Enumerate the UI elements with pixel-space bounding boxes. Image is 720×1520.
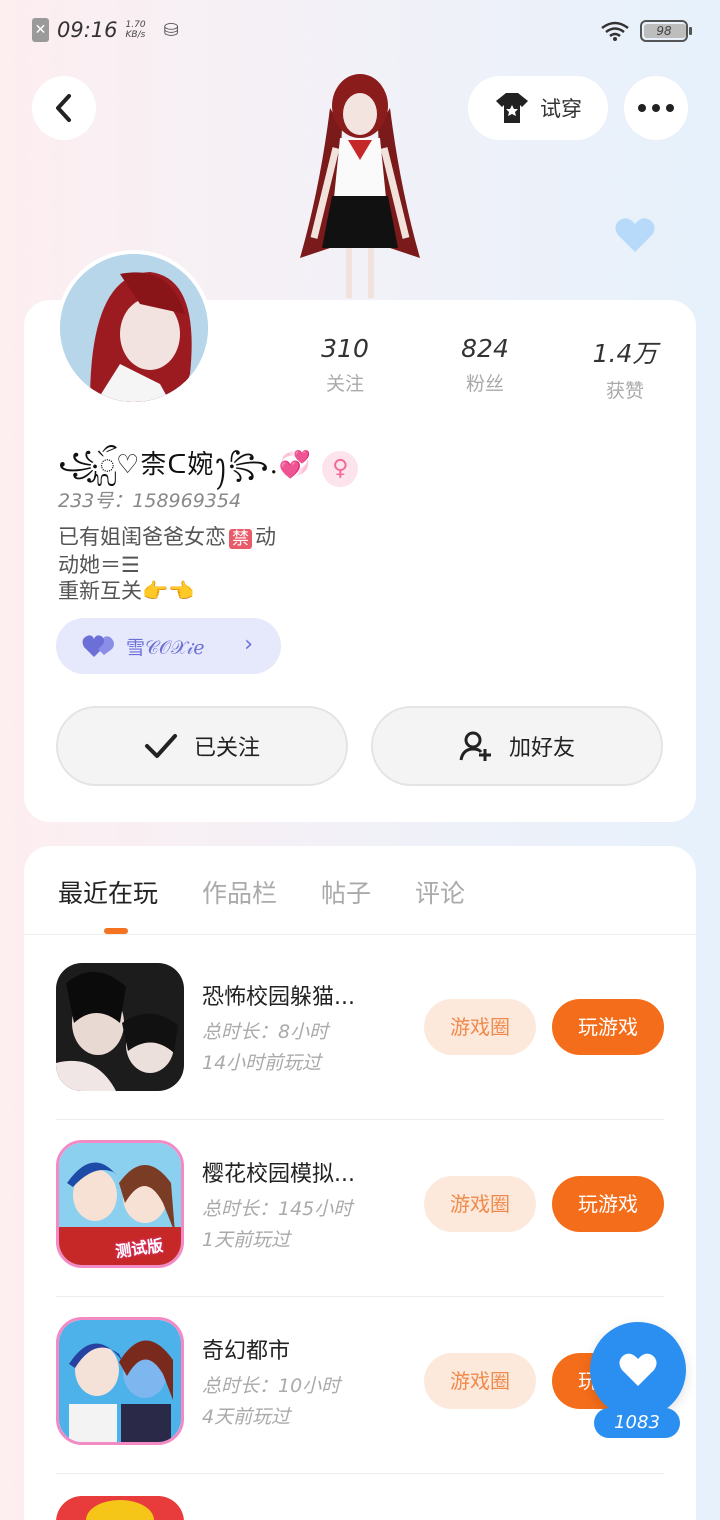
cp-label: 雪𝒞𝒪𝒳𝒾ℯ <box>126 636 205 659</box>
game-title: 恐怖校园躲猫... <box>202 985 355 1010</box>
sim-icon: ✕ <box>32 18 49 42</box>
double-heart-icon <box>82 635 114 657</box>
game-row[interactable]: 奇幻都市 总时长：10小时 4天前玩过 游戏圈 玩游戏 <box>56 1297 664 1474</box>
play-game-button[interactable]: 玩游戏 <box>552 999 664 1055</box>
add-friend-button[interactable]: 加好友 <box>371 706 663 786</box>
game-last-played: 14小时前玩过 <box>202 1052 322 1074</box>
followed-button[interactable]: 已关注 <box>56 706 348 786</box>
game-row[interactable]: 测试版 樱花校园模拟... 总时长：145小时 1天前玩过 游戏圈 玩游戏 <box>56 1120 664 1297</box>
game-duration: 总时长：8小时 <box>202 1021 329 1043</box>
stat-following[interactable]: 310 关注 <box>290 334 400 403</box>
tab-comments[interactable]: 评论 <box>415 874 465 910</box>
game-last-played: 1天前玩过 <box>202 1229 291 1251</box>
avatar-character-figure <box>290 68 430 302</box>
chevron-right-icon: › <box>244 632 253 657</box>
stat-followers[interactable]: 824 粉丝 <box>430 334 540 403</box>
tab-works[interactable]: 作品栏 <box>202 874 277 910</box>
battery-icon: 98 <box>640 20 692 42</box>
game-last-played: 4天前玩过 <box>202 1406 291 1428</box>
game-icon-fantasy-city[interactable] <box>56 1317 184 1445</box>
game-title: 樱花校园模拟... <box>202 1162 355 1187</box>
wifi-icon <box>601 21 629 41</box>
heart-icon <box>619 1353 657 1386</box>
play-game-button[interactable]: 玩游戏 <box>552 1176 664 1232</box>
game-title: 奇幻都市 <box>202 1339 291 1364</box>
database-icon: ⛁ <box>163 19 179 41</box>
game-icon-sakura-school[interactable]: 测试版 <box>56 1140 184 1268</box>
bio: 已有姐闺爸爸女恋禁动 动她＝☰ 重新互关👉👈 <box>58 525 276 603</box>
status-time: 09:16 <box>57 18 118 42</box>
game-icon-partial[interactable] <box>56 1496 184 1520</box>
user-id: 233号：158969354 <box>58 490 242 512</box>
tab-posts[interactable]: 帖子 <box>321 874 371 910</box>
tab-bar: 最近在玩 作品栏 帖子 评论 <box>58 874 465 910</box>
try-on-label: 试穿 <box>540 97 582 121</box>
game-icon-horror-school[interactable] <box>56 963 184 1091</box>
add-user-icon <box>459 731 491 761</box>
profile-stats: 310 关注 824 粉丝 1.4万 获赞 <box>290 334 680 403</box>
try-on-button[interactable]: 试穿 <box>468 76 608 140</box>
game-circle-button[interactable]: 游戏圈 <box>424 1353 536 1409</box>
forbidden-badge: 禁 <box>229 529 252 549</box>
status-bar: ✕ 09:16 1.70 KB/s ⛁ 98 <box>0 0 720 64</box>
game-duration: 总时长：145小时 <box>202 1198 353 1220</box>
floating-like-button[interactable] <box>590 1322 686 1418</box>
game-duration: 总时长：10小时 <box>202 1375 341 1397</box>
back-arrow-icon <box>56 94 71 122</box>
tab-recently-played[interactable]: 最近在玩 <box>58 874 158 910</box>
more-icon <box>638 104 674 112</box>
heart-icon[interactable] <box>614 216 656 254</box>
female-icon: ♀ <box>322 450 359 487</box>
back-button[interactable] <box>32 76 96 140</box>
avatar[interactable] <box>56 250 212 406</box>
game-circle-button[interactable]: 游戏圈 <box>424 1176 536 1232</box>
like-count: 1083 <box>594 1408 680 1438</box>
tshirt-icon <box>496 93 528 123</box>
game-row[interactable]: 恐怖校园躲猫... 总时长：8小时 14小时前玩过 游戏圈 玩游戏 <box>56 943 664 1120</box>
stat-likes[interactable]: 1.4万 获赞 <box>570 334 680 403</box>
more-button[interactable] <box>624 76 688 140</box>
game-circle-button[interactable]: 游戏圈 <box>424 999 536 1055</box>
check-icon <box>144 734 177 758</box>
cp-link-button[interactable]: 雪𝒞𝒪𝒳𝒾ℯ › <box>56 618 281 674</box>
network-speed: 1.70 KB/s <box>125 20 146 40</box>
